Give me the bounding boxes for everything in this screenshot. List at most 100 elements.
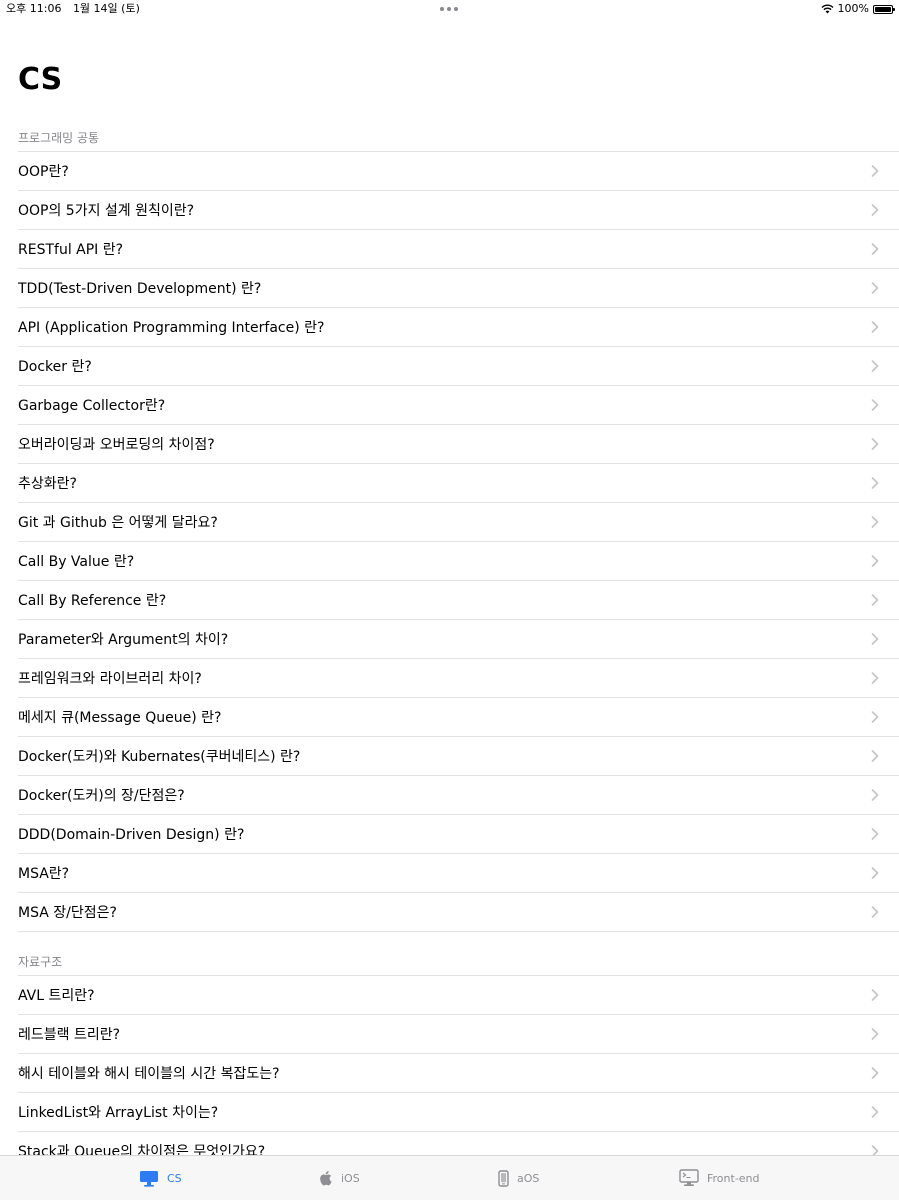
section-list: OOP란? OOP의 5가지 설계 원칙이란? RESTful API 란? T… — [18, 151, 899, 932]
tab-label: aOS — [517, 1171, 540, 1185]
multitasking-dots-icon[interactable] — [440, 7, 458, 11]
tab-label: Front-end — [707, 1171, 760, 1185]
list-item[interactable]: 추상화란? — [18, 464, 899, 503]
list-item-label: 추상화란? — [18, 476, 77, 492]
tab-front-end[interactable]: Front-end — [679, 1156, 760, 1200]
chevron-right-icon — [871, 750, 879, 762]
terminal-icon — [679, 1169, 699, 1186]
list-item-label: LinkedList와 ArrayList 차이는? — [18, 1105, 219, 1121]
list-item[interactable]: Docker 란? — [18, 347, 899, 386]
list-item-label: 레드블랙 트리란? — [18, 1027, 121, 1043]
list-item[interactable]: 오버라이딩과 오버로딩의 차이점? — [18, 425, 899, 464]
chevron-right-icon — [871, 516, 879, 528]
list-item-label: OOP란? — [18, 164, 69, 180]
chevron-right-icon — [871, 828, 879, 840]
list-item-label: RESTful API 란? — [18, 242, 124, 258]
list-item-label: Parameter와 Argument의 차이? — [18, 632, 229, 648]
page-title: CS — [18, 62, 63, 97]
chevron-right-icon — [871, 165, 879, 177]
list-item-label: Call By Reference 란? — [18, 593, 167, 609]
list-item-label: Call By Value 란? — [18, 554, 135, 570]
list-item[interactable]: 레드블랙 트리란? — [18, 1015, 899, 1054]
tab-ios[interactable]: iOS — [320, 1156, 360, 1200]
chevron-right-icon — [871, 633, 879, 645]
list-item-label: 오버라이딩과 오버로딩의 차이점? — [18, 437, 215, 453]
list-item-label: API (Application Programming Interface) … — [18, 320, 325, 336]
chevron-right-icon — [871, 1067, 879, 1079]
battery-percent: 100% — [837, 2, 869, 15]
app-screen: 오후 11:06 1월 14일 (토) 100% CS 프로그래밍 공통 OOP… — [0, 0, 899, 1200]
chevron-right-icon — [871, 867, 879, 879]
list-item[interactable]: MSA 장/단점은? — [18, 893, 899, 932]
list-item[interactable]: DDD(Domain-Driven Design) 란? — [18, 815, 899, 854]
list-item[interactable]: 메세지 큐(Message Queue) 란? — [18, 698, 899, 737]
list-item[interactable]: RESTful API 란? — [18, 230, 899, 269]
chevron-right-icon — [871, 672, 879, 684]
list-item-label: 해시 테이블와 해시 테이블의 시간 복잡도는? — [18, 1066, 280, 1082]
list-item-label: Git 과 Github 은 어떻게 달라요? — [18, 515, 218, 531]
chevron-right-icon — [871, 360, 879, 372]
status-right: 100% — [821, 0, 895, 18]
list-item-label: TDD(Test-Driven Development) 란? — [18, 281, 262, 297]
list-item[interactable]: MSA란? — [18, 854, 899, 893]
chevron-right-icon — [871, 1028, 879, 1040]
section-header: 프로그래밍 공통 — [18, 131, 100, 145]
chevron-right-icon — [871, 555, 879, 567]
list-item[interactable]: Garbage Collector란? — [18, 386, 899, 425]
phone-icon — [498, 1169, 509, 1187]
battery-icon — [873, 5, 895, 14]
chevron-right-icon — [871, 438, 879, 450]
list-item-label: Garbage Collector란? — [18, 398, 166, 414]
list-item[interactable]: LinkedList와 ArrayList 차이는? — [18, 1093, 899, 1132]
chevron-right-icon — [871, 906, 879, 918]
chevron-right-icon — [871, 1106, 879, 1118]
section-header: 자료구조 — [18, 955, 63, 969]
list-item-label: MSA란? — [18, 866, 70, 882]
desktop-icon — [140, 1170, 158, 1187]
chevron-right-icon — [871, 204, 879, 216]
list-item-label: Docker(도커)와 Kubernates(쿠버네티스) 란? — [18, 749, 301, 765]
chevron-right-icon — [871, 399, 879, 411]
list-item[interactable]: Git 과 Github 은 어떻게 달라요? — [18, 503, 899, 542]
list-item[interactable]: Call By Reference 란? — [18, 581, 899, 620]
chevron-right-icon — [871, 711, 879, 723]
chevron-right-icon — [871, 243, 879, 255]
tab-label: CS — [167, 1171, 182, 1185]
list-item[interactable]: Docker(도커)와 Kubernates(쿠버네티스) 란? — [18, 737, 899, 776]
tab-aos[interactable]: aOS — [498, 1156, 539, 1200]
list-item[interactable]: OOP의 5가지 설계 원칙이란? — [18, 191, 899, 230]
list-item[interactable]: OOP란? — [18, 152, 899, 191]
list-item-label: OOP의 5가지 설계 원칙이란? — [18, 203, 195, 219]
chevron-right-icon — [871, 989, 879, 1001]
chevron-right-icon — [871, 282, 879, 294]
list-item-label: MSA 장/단점은? — [18, 905, 117, 921]
tab-label: iOS — [341, 1171, 360, 1185]
status-left: 오후 11:06 1월 14일 (토) — [6, 0, 148, 18]
list-item-label: DDD(Domain-Driven Design) 란? — [18, 827, 245, 843]
tab-cs[interactable]: CS — [139, 1156, 182, 1200]
list-item[interactable]: Docker(도커)의 장/단점은? — [18, 776, 899, 815]
wifi-icon — [821, 4, 834, 14]
list-item[interactable]: 해시 테이블와 해시 테이블의 시간 복잡도는? — [18, 1054, 899, 1093]
content-list[interactable]: 프로그래밍 공통 OOP란? OOP의 5가지 설계 원칙이란? RESTful… — [0, 128, 899, 1171]
list-item[interactable]: Parameter와 Argument의 차이? — [18, 620, 899, 659]
chevron-right-icon — [871, 477, 879, 489]
status-time: 오후 11:06 — [6, 2, 62, 15]
list-item-label: Docker(도커)의 장/단점은? — [18, 788, 185, 804]
list-item[interactable]: TDD(Test-Driven Development) 란? — [18, 269, 899, 308]
status-date: 1월 14일 (토) — [72, 2, 140, 15]
apple-icon — [320, 1171, 332, 1186]
chevron-right-icon — [871, 789, 879, 801]
list-item-label: AVL 트리란? — [18, 988, 95, 1004]
list-item[interactable]: Call By Value 란? — [18, 542, 899, 581]
list-item-label: 메세지 큐(Message Queue) 란? — [18, 710, 222, 726]
list-item-label: 프레임워크와 라이브러리 차이? — [18, 671, 202, 687]
list-item[interactable]: 프레임워크와 라이브러리 차이? — [18, 659, 899, 698]
list-item[interactable]: API (Application Programming Interface) … — [18, 308, 899, 347]
chevron-right-icon — [871, 321, 879, 333]
tab-bar: CS iOS aOS Front-end — [0, 1155, 899, 1200]
status-bar: 오후 11:06 1월 14일 (토) 100% — [0, 0, 899, 18]
list-item[interactable]: AVL 트리란? — [18, 976, 899, 1015]
section-list: AVL 트리란? 레드블랙 트리란? 해시 테이블와 해시 테이블의 시간 복잡… — [18, 975, 899, 1171]
